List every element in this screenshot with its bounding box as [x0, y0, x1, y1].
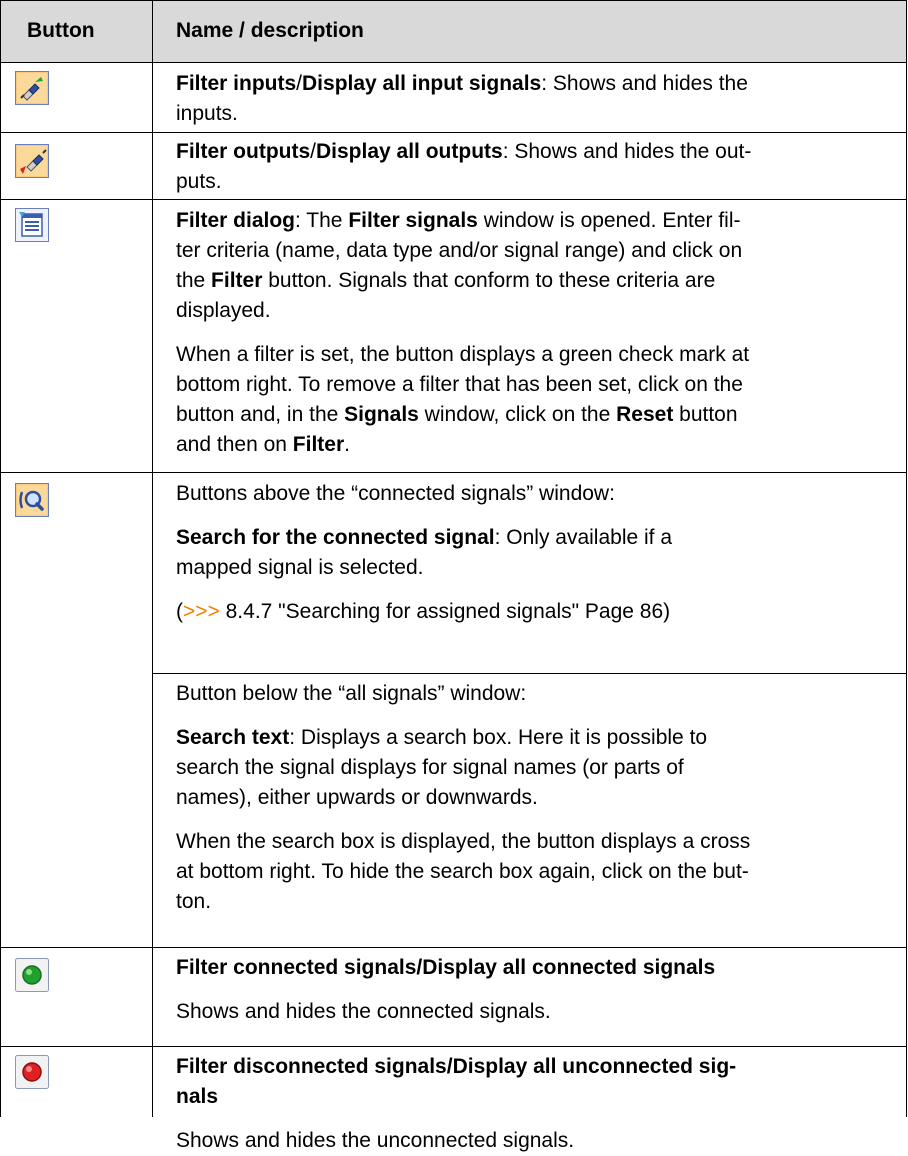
row-divider	[1, 472, 907, 473]
row-filter-inputs-desc: Filter inputs/Display all input signals:…	[176, 72, 748, 125]
filter-dialog-icon[interactable]	[15, 208, 49, 242]
row-divider	[1, 132, 907, 133]
button-table: Button Name / description Filter inputs/…	[0, 0, 907, 1152]
row-divider	[1, 1046, 907, 1047]
row-disconnected-signals-desc: Filter disconnected signals/Display all …	[176, 1055, 737, 1152]
row-search-connected-desc: Buttons above the “connected signals” wi…	[176, 482, 673, 623]
header-col-description: Name / description	[176, 19, 364, 42]
header-col-button: Button	[27, 19, 95, 42]
filter-outputs-icon[interactable]	[15, 144, 49, 178]
green-led-icon[interactable]	[15, 958, 49, 992]
search-icon[interactable]	[15, 483, 49, 517]
row-divider	[152, 673, 907, 674]
table-header: Button Name / description	[1, 0, 907, 63]
red-led-icon[interactable]	[15, 1055, 49, 1089]
row-divider	[1, 199, 907, 200]
cross-reference-link[interactable]: >>>	[183, 600, 220, 623]
row-connected-signals-desc: Filter connected signals/Display all con…	[176, 956, 716, 1023]
filter-inputs-icon[interactable]	[15, 71, 49, 105]
column-divider	[152, 0, 153, 1117]
row-divider	[1, 947, 907, 948]
table-right-border	[906, 0, 907, 1117]
row-filter-dialog-desc: Filter dialog: The Filter signals window…	[176, 209, 750, 456]
row-search-text-desc: Button below the “all signals” window: S…	[176, 682, 751, 913]
row-filter-outputs-desc: Filter outputs/Display all outputs: Show…	[176, 140, 752, 193]
